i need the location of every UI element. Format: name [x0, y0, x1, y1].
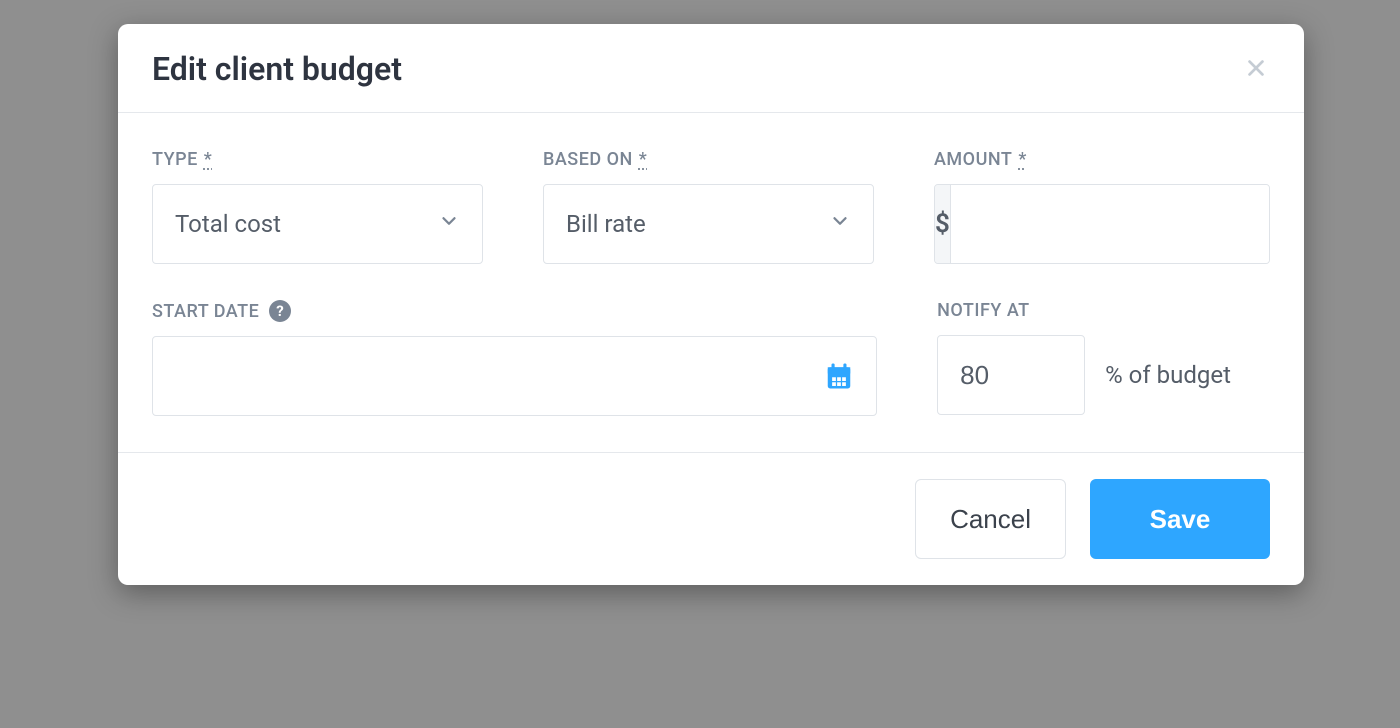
chevron-down-icon	[438, 210, 460, 238]
notify-at-field: NOTIFY AT % of budget	[937, 300, 1270, 416]
calendar-icon[interactable]	[824, 361, 854, 391]
start-date-label: START DATE ?	[152, 300, 877, 322]
modal-title: Edit client budget	[152, 50, 402, 88]
cancel-button[interactable]: Cancel	[915, 479, 1066, 559]
based-on-select-value: Bill rate	[566, 210, 646, 238]
save-button[interactable]: Save	[1090, 479, 1270, 559]
type-select-value: Total cost	[175, 210, 281, 238]
type-label: TYPE *	[152, 149, 483, 170]
close-icon	[1245, 57, 1267, 82]
required-mark: *	[204, 149, 212, 170]
edit-client-budget-modal: Edit client budget TYPE * Total cost	[118, 24, 1304, 585]
chevron-down-icon	[829, 210, 851, 238]
notify-at-input-wrapper	[937, 335, 1085, 415]
required-mark: *	[1018, 149, 1026, 170]
modal-body: TYPE * Total cost BASED ON * Bill rate	[118, 113, 1304, 452]
based-on-label-text: BASED ON	[543, 149, 633, 170]
type-field: TYPE * Total cost	[152, 149, 483, 264]
close-button[interactable]	[1242, 55, 1270, 83]
start-date-label-text: START DATE	[152, 301, 259, 322]
start-date-input[interactable]	[175, 362, 824, 390]
amount-input-group: $	[934, 184, 1270, 264]
based-on-label: BASED ON *	[543, 149, 874, 170]
amount-input[interactable]	[951, 185, 1270, 263]
notify-at-suffix: % of budget	[1105, 361, 1231, 389]
amount-field: AMOUNT * $	[934, 149, 1270, 264]
required-mark: *	[639, 149, 647, 170]
form-row-1: TYPE * Total cost BASED ON * Bill rate	[152, 149, 1270, 264]
notify-at-label-text: NOTIFY AT	[937, 300, 1030, 321]
notify-at-label: NOTIFY AT	[937, 300, 1270, 321]
help-icon[interactable]: ?	[269, 300, 291, 322]
type-label-text: TYPE	[152, 149, 198, 170]
amount-label-text: AMOUNT	[934, 149, 1012, 170]
modal-footer: Cancel Save	[118, 452, 1304, 585]
modal-header: Edit client budget	[118, 24, 1304, 113]
start-date-field: START DATE ?	[152, 300, 877, 416]
type-select[interactable]: Total cost	[152, 184, 483, 264]
amount-label: AMOUNT *	[934, 149, 1270, 170]
start-date-input-wrapper	[152, 336, 877, 416]
currency-prefix: $	[935, 185, 951, 263]
form-row-2: START DATE ?	[152, 300, 1270, 416]
based-on-select[interactable]: Bill rate	[543, 184, 874, 264]
notify-at-row: % of budget	[937, 335, 1270, 415]
based-on-field: BASED ON * Bill rate	[543, 149, 874, 264]
notify-at-input[interactable]	[960, 360, 1062, 391]
